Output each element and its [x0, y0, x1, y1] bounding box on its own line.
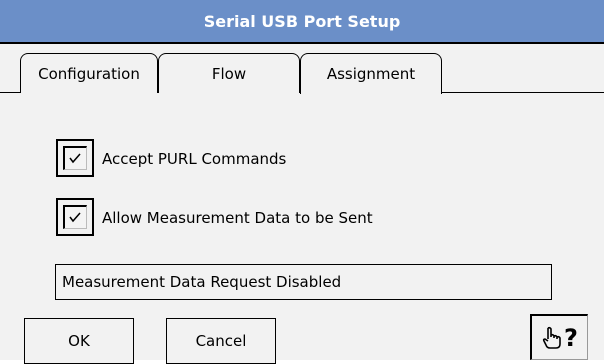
ok-button[interactable]: OK	[24, 318, 134, 364]
dialog-title: Serial USB Port Setup	[203, 11, 401, 31]
accept-purl-checkbox[interactable]	[56, 139, 94, 177]
checkmark-icon	[69, 212, 81, 223]
serial-usb-setup-dialog: Serial USB Port Setup Configuration Flow…	[0, 0, 604, 364]
tab-configuration[interactable]: Configuration	[20, 53, 158, 93]
tab-baseline-right	[442, 92, 604, 93]
tab-configuration-label: Configuration	[38, 64, 140, 83]
checkmark-icon	[69, 153, 81, 164]
measurement-status-text: Measurement Data Request Disabled	[62, 273, 342, 291]
allow-measurement-label: Allow Measurement Data to be Sent	[102, 209, 373, 227]
tab-baseline-left	[0, 92, 20, 93]
tab-assignment-label: Assignment	[326, 65, 416, 83]
accept-purl-label: Accept PURL Commands	[102, 150, 287, 168]
dialog-title-bar: Serial USB Port Setup	[0, 0, 604, 44]
question-mark-icon: ?	[564, 323, 578, 352]
measurement-status-box: Measurement Data Request Disabled	[55, 264, 552, 300]
cancel-button[interactable]: Cancel	[166, 318, 276, 364]
cancel-button-label: Cancel	[195, 332, 247, 350]
help-button[interactable]: ?	[530, 314, 588, 360]
tab-assignment[interactable]: Assignment	[300, 53, 442, 94]
allow-measurement-checkbox[interactable]	[56, 198, 94, 236]
pointing-hand-icon	[542, 326, 561, 349]
tab-flow[interactable]: Flow	[158, 53, 300, 93]
ok-button-label: OK	[68, 332, 90, 350]
tab-flow-label: Flow	[211, 64, 247, 83]
